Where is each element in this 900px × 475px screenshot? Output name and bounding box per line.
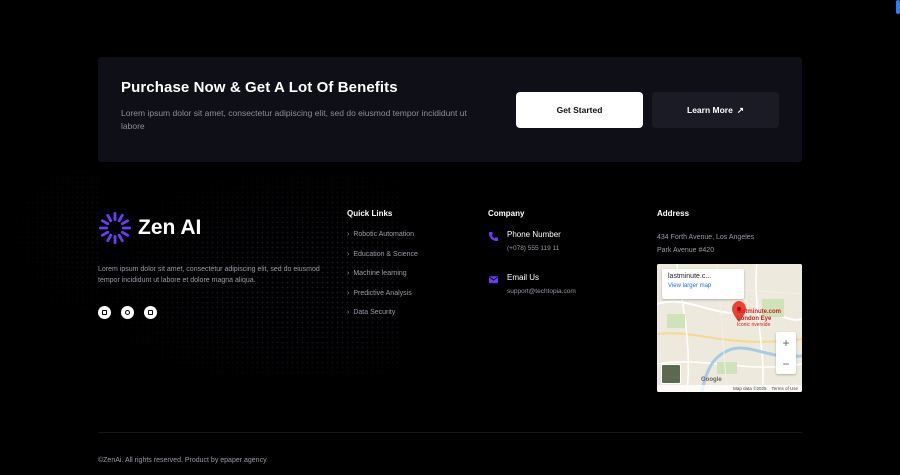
map-info-card: lastminute.c... View larger map [662,269,744,299]
facebook-icon[interactable] [98,306,111,319]
quick-links-title: Quick Links [347,209,393,218]
email-label: Email Us [507,273,540,282]
get-started-label: Get Started [556,105,603,115]
address-line-1: 434 Forth Avenue, Los Angeles [657,234,755,241]
footer-divider [98,432,802,433]
quick-link-label: Data Security [353,309,396,316]
brand[interactable]: Zen AI [98,211,201,245]
embedded-map[interactable]: lastminute.c... View larger map lastminu… [657,264,802,392]
instagram-icon[interactable] [121,306,134,319]
satellite-toggle[interactable] [661,364,681,384]
phone-label: Phone Number [507,230,561,239]
pin-label-line: Iconic riverside [737,322,771,328]
brand-description: Lorem ipsum dolor sit amet, consectetur … [98,266,320,284]
arrow-up-right-icon: ↗ [736,104,744,115]
cta-description: Lorem ipsum dolor sit amet, consectetur … [121,108,467,131]
learn-more-label: Learn More [687,105,733,115]
map-zoom-controls: + − [776,332,796,374]
quick-links-list: › Robotic Automation › Education & Science… [347,231,418,329]
google-logo: Google [701,377,722,383]
quick-link-label: Robotic Automation [353,231,415,238]
phone-icon [488,231,499,242]
quick-link-predictive-analysis[interactable]: › Predictive Analysis [347,290,418,310]
chevron-right-icon: › [347,309,350,316]
pin-label-line: lastminute.com [737,309,782,315]
company-title: Company [488,209,525,218]
email-value: support@techtopia.com [507,288,576,295]
map-place-name: lastminute.c... [668,273,712,280]
map-data-text: Map data ©2025 [733,386,767,391]
cta-banner: Purchase Now & Get A Lot Of Benefits Lor… [98,57,802,162]
cta-title: Purchase Now & Get A Lot Of Benefits [121,79,398,96]
quick-link-label: Predictive Analysis [353,289,412,297]
mail-icon [488,276,499,284]
view-larger-map-link[interactable]: View larger map [668,283,738,289]
map-terms-link[interactable]: Terms of Use [771,386,798,391]
quick-link-label: Education & Science [353,250,418,258]
linkedin-icon[interactable] [144,306,157,319]
contact-phone[interactable]: Phone Number (+078) 555 119 11 [488,230,561,252]
learn-more-button[interactable]: Learn More ↗ [652,92,779,128]
chevron-right-icon: › [347,289,350,297]
phone-value: (+078) 555 119 11 [507,245,560,252]
quick-link-education-science[interactable]: › Education & Science [347,251,418,271]
decorative-dot-pattern-left [0,170,100,330]
zoom-out-button[interactable]: − [782,358,789,370]
quick-link-label: Machine learning [353,270,407,277]
address-text: 434 Forth Avenue, Los Angeles Park Avenu… [657,231,754,257]
address-title: Address [657,209,690,218]
brand-name: Zen AI [138,216,202,239]
zoom-in-button[interactable]: + [782,337,789,349]
scrollbar-thumb[interactable] [896,0,900,14]
chevron-right-icon: › [347,231,350,238]
chevron-right-icon: › [347,250,350,258]
map-footer: Map data ©2025 Terms of Use [657,385,802,392]
get-started-button[interactable]: Get Started [516,92,643,128]
contact-email[interactable]: Email Us support@techtopia.com [488,273,576,295]
chevron-right-icon: › [347,270,350,277]
social-links [98,306,157,319]
quick-link-data-security[interactable]: › Data Security [347,309,418,329]
address-line-2: Park Avenue #420 [657,247,715,254]
map-pin-label: lastminute.com London Eye Iconic riversi… [737,309,781,329]
zen-logo-icon [99,212,131,244]
quick-link-machine-learning[interactable]: › Machine learning [347,270,418,290]
quick-link-robotic-automation[interactable]: › Robotic Automation [347,231,418,251]
copyright-text: ©ZenAi. All rights reserved. Product by … [98,457,267,464]
